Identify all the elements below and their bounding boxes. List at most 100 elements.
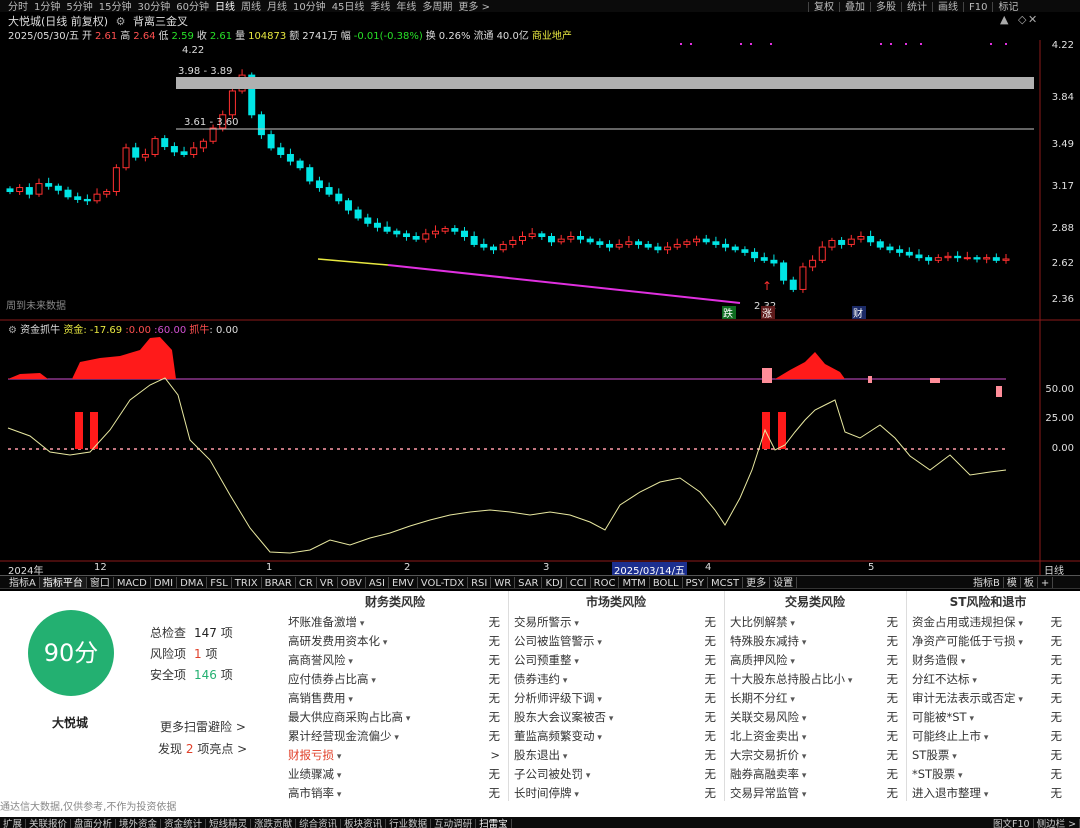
risk-item[interactable]: 坏账准备激增 ▾ 无 [284,613,506,632]
candle-body [760,257,768,261]
risk-item[interactable]: 长时间停牌 ▾ 无 [510,784,722,803]
risk-item[interactable]: 融券高融卖率 ▾ 无 [726,765,904,784]
risk-item[interactable]: 大比例解禁 ▾ 无 [726,613,904,632]
candle-body [412,236,420,240]
risk-item-value: 无 [1050,786,1063,800]
bottom-tab-9[interactable]: 行业数据 [386,819,432,828]
more-scan-link[interactable]: 更多扫雷避险 > [160,718,246,735]
risk-item[interactable]: 可能被*ST ▾ 无 [908,708,1068,727]
indicator-tab-right-1[interactable]: 模 [1004,577,1021,588]
risk-item[interactable]: 业绩骤减 ▾ 无 [284,765,506,784]
candle-body [992,257,1000,261]
indicator-tab-22[interactable]: BOLL [650,577,683,588]
indicator-tab-26[interactable]: 设置 [770,577,798,588]
kline-chart[interactable]: 3.98 - 3.893.61 - 3.604.222.32↑跌涨财 [0,0,1080,575]
bottom-tab-11[interactable]: 扫雷宝 [476,819,512,828]
indicator-tab-15[interactable]: RSI [468,577,492,588]
indicator-tab-6[interactable]: FSL [207,577,232,588]
risk-item[interactable]: 高销售费用 ▾ 无 [284,689,506,708]
risk-item[interactable]: 资金占用或违规担保 ▾ 无 [908,613,1068,632]
indicator-tab-2[interactable]: 窗口 [87,577,114,588]
signal-dot [690,43,692,45]
indicator-tab-right-2[interactable]: 板 [1021,577,1038,588]
risk-item[interactable]: 大宗交易折价 ▾ 无 [726,746,904,765]
indicator-tab-19[interactable]: CCI [567,577,591,588]
risk-item[interactable]: 可能终止上市 ▾ 无 [908,727,1068,746]
bottom-tab-10[interactable]: 互动调研 [431,819,477,828]
indicator-tab-24[interactable]: MCST [708,577,744,588]
risk-item[interactable]: 公司预重整 ▾ 无 [510,651,722,670]
risk-item[interactable]: 审计无法表示或否定 ▾ 无 [908,689,1068,708]
risk-item[interactable]: 长期不分红 ▾ 无 [726,689,904,708]
indicator-tab-12[interactable]: ASI [366,577,389,588]
risk-item[interactable]: 债券违约 ▾ 无 [510,670,722,689]
risk-item[interactable]: 交易异常监管 ▾ 无 [726,784,904,803]
indicator-tab-18[interactable]: KDJ [542,577,567,588]
risk-item[interactable]: 子公司被处罚 ▾ 无 [510,765,722,784]
indicator-tab-14[interactable]: VOL-TDX [418,577,469,588]
risk-item-value: 无 [488,634,501,648]
indicator-tab-17[interactable]: SAR [515,577,543,588]
risk-item[interactable]: 进入退市整理 ▾ 无 [908,784,1068,803]
bottom-tab-5[interactable]: 短线精灵 [206,819,252,828]
indicator-tab-11[interactable]: OBV [338,577,366,588]
bottom-tab-8[interactable]: 板块资讯 [341,819,387,828]
indicator-tab-right-0[interactable]: 指标B [970,577,1004,588]
risk-item[interactable]: 北上资金卖出 ▾ 无 [726,727,904,746]
bottom-tab-1[interactable]: 关联报价 [26,819,72,828]
risk-item[interactable]: 特殊股东减持 ▾ 无 [726,632,904,651]
indicator-tab-7[interactable]: TRIX [232,577,262,588]
price-label: 2.62 [1051,258,1074,269]
bottom-tab-6[interactable]: 涨跌贡献 [251,819,297,828]
risk-column: 财务类风险 坏账准备激增 ▾ 无高研发费用资本化 ▾ 无高商誉风险 ▾ 无应付债券占比高… [284,591,506,801]
indicator-tab-23[interactable]: PSY [683,577,709,588]
risk-item[interactable]: 财务造假 ▾ 无 [908,651,1068,670]
risk-item[interactable]: 最大供应商采购占比高 ▾ 无 [284,708,506,727]
risk-item[interactable]: 分析师评级下调 ▾ 无 [510,689,722,708]
risk-item[interactable]: 高商誉风险 ▾ 无 [284,651,506,670]
indicator-tab-0[interactable]: 指标A [6,577,40,588]
risk-item[interactable]: 应付债券占比高 ▾ 无 [284,670,506,689]
risk-item[interactable]: 关联交易风险 ▾ 无 [726,708,904,727]
bottom-tab-0[interactable]: 扩展 [0,819,27,828]
bottom-right-1[interactable]: 侧边栏 > [1034,819,1080,828]
highlights-link[interactable]: 发现 2 项亮点 > [158,740,247,757]
indicator-tab-3[interactable]: MACD [114,577,151,588]
risk-item[interactable]: 财报亏损 ▾ > [284,746,506,765]
risk-item[interactable]: 公司被监管警示 ▾ 无 [510,632,722,651]
indicator-tab-9[interactable]: CR [296,577,317,588]
risk-item[interactable]: 交易所警示 ▾ 无 [510,613,722,632]
risk-item[interactable]: 净资产可能低于亏损 ▾ 无 [908,632,1068,651]
indicator-tab-20[interactable]: ROC [591,577,620,588]
risk-item[interactable]: *ST股票 ▾ 无 [908,765,1068,784]
bottom-tab-4[interactable]: 资金统计 [161,819,207,828]
risk-item[interactable]: 累计经营现金流偏少 ▾ 无 [284,727,506,746]
indicator-tab-16[interactable]: WR [491,577,516,588]
risk-item[interactable]: 股东退出 ▾ 无 [510,746,722,765]
risk-item[interactable]: 分红不达标 ▾ 无 [908,670,1068,689]
indicator-tab-1[interactable]: 指标平台 [39,577,87,588]
risk-item[interactable]: ST股票 ▾ 无 [908,746,1068,765]
indicator-tab-4[interactable]: DMI [151,577,178,588]
risk-item-value: 无 [1050,729,1063,743]
risk-item[interactable]: 董监高频繁变动 ▾ 无 [510,727,722,746]
indicator-tab-5[interactable]: DMA [177,577,208,588]
indicator-tab-21[interactable]: MTM [619,577,650,588]
bottom-tab-7[interactable]: 综合资讯 [296,819,342,828]
bottom-tab-2[interactable]: 盘面分析 [71,819,117,828]
risk-item[interactable]: 高质押风险 ▾ 无 [726,651,904,670]
indicator-tab-right-3[interactable]: + [1038,577,1054,588]
risk-item[interactable]: 高研发费用资本化 ▾ 无 [284,632,506,651]
risk-item-label: 子公司被处罚 [514,767,583,781]
dropdown-icon: ▾ [955,771,963,781]
indicator-tab-8[interactable]: BRAR [262,577,296,588]
indicator-tab-25[interactable]: 更多 [743,577,771,588]
bottom-right-0[interactable]: 图文F10 [990,819,1034,828]
risk-item[interactable]: 十大股东总持股占比小 ▾ 无 [726,670,904,689]
indicator-tab-10[interactable]: VR [317,577,338,588]
indicator-tab-13[interactable]: EMV [389,577,418,588]
risk-item[interactable]: 股东大会议案被否 ▾ 无 [510,708,722,727]
bottom-tab-3[interactable]: 境外资金 [116,819,162,828]
gear-icon[interactable]: ⚙ [8,325,17,336]
risk-item[interactable]: 高市销率 ▾ 无 [284,784,506,803]
